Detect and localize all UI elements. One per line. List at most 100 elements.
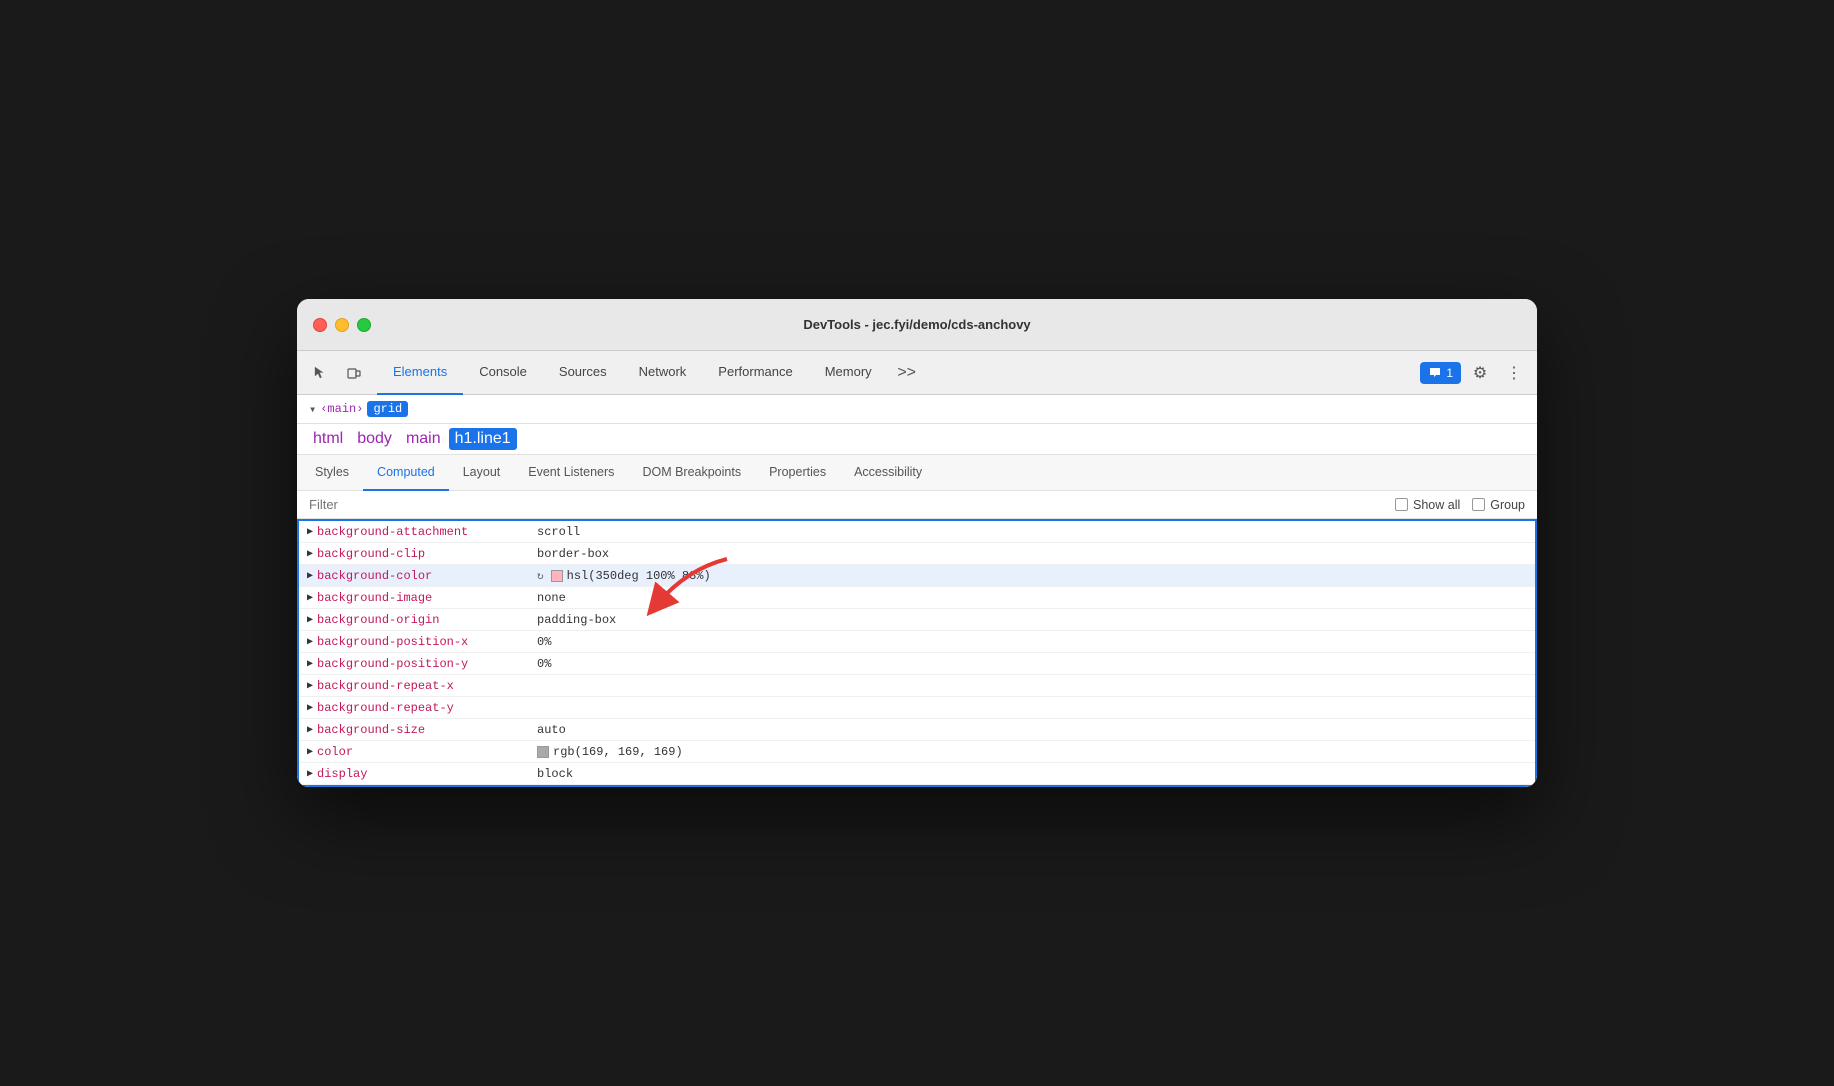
title-bar: DevTools - jec.fyi/demo/cds-anchovy <box>297 299 1537 351</box>
table-row[interactable]: ▶ background-image none <box>299 587 1535 609</box>
tab-sources[interactable]: Sources <box>543 351 623 395</box>
dom-tag: ‹main› <box>320 402 363 416</box>
prop-value-container: 0% <box>537 635 551 649</box>
close-button[interactable] <box>313 318 327 332</box>
tab-memory[interactable]: Memory <box>809 351 888 395</box>
computed-panel-tabs: Styles Computed Layout Event Listeners D… <box>297 455 1537 491</box>
show-all-checkbox[interactable] <box>1395 498 1408 511</box>
prop-name: background-repeat-x <box>317 679 537 693</box>
expand-arrow[interactable]: ▶ <box>307 746 313 758</box>
prop-value: rgb(169, 169, 169) <box>553 745 683 759</box>
breadcrumb-h1[interactable]: h1.line1 <box>449 428 517 450</box>
table-row[interactable]: ▶ background-attachment scroll <box>299 521 1535 543</box>
panel-tab-layout[interactable]: Layout <box>449 455 515 491</box>
devtools-window: DevTools - jec.fyi/demo/cds-anchovy Elem… <box>297 299 1537 787</box>
prop-value-container: ↻hsl(350deg 100% 88%) <box>537 569 711 583</box>
expand-arrow[interactable]: ▶ <box>307 724 313 736</box>
prop-value-container: scroll <box>537 525 580 539</box>
color-swatch[interactable] <box>551 570 563 582</box>
table-row[interactable]: ▶ display block <box>299 763 1535 785</box>
panel-tab-styles[interactable]: Styles <box>301 455 363 491</box>
more-options-button[interactable]: ⋮ <box>1499 358 1529 388</box>
expand-arrow[interactable]: ▶ <box>307 592 313 604</box>
tab-elements[interactable]: Elements <box>377 351 463 395</box>
tab-console[interactable]: Console <box>463 351 543 395</box>
table-row[interactable]: ▶ background-repeat-x <box>299 675 1535 697</box>
expand-arrow[interactable]: ▶ <box>307 702 313 714</box>
breadcrumb-body[interactable]: body <box>351 428 398 450</box>
expand-arrow[interactable]: ▶ <box>307 614 313 626</box>
minimize-button[interactable] <box>335 318 349 332</box>
dom-breadcrumb-bar: ▾ ‹main› grid <box>297 395 1537 424</box>
window-title: DevTools - jec.fyi/demo/cds-anchovy <box>803 317 1030 332</box>
prop-value-container: padding-box <box>537 613 616 627</box>
prop-name: background-attachment <box>317 525 537 539</box>
maximize-button[interactable] <box>357 318 371 332</box>
prop-value-container: auto <box>537 723 566 737</box>
table-row[interactable]: ▶ background-size auto <box>299 719 1535 741</box>
prop-name: background-color <box>317 569 537 583</box>
group-checkbox[interactable] <box>1472 498 1485 511</box>
prop-value: 0% <box>537 635 551 649</box>
table-row[interactable]: ▶ background-position-x 0% <box>299 631 1535 653</box>
prop-value-container: border-box <box>537 547 609 561</box>
breadcrumb-html[interactable]: html <box>307 428 349 450</box>
group-label[interactable]: Group <box>1472 498 1525 512</box>
expand-arrow[interactable]: ▶ <box>307 680 313 692</box>
table-row[interactable]: ▶ background-origin padding-box <box>299 609 1535 631</box>
device-toggle-button[interactable] <box>339 358 369 388</box>
dom-tag-arrow: ▾ <box>309 402 316 417</box>
show-all-label[interactable]: Show all <box>1395 498 1460 512</box>
prop-value: 0% <box>537 657 551 671</box>
prop-value: scroll <box>537 525 580 539</box>
devtools-right-icons: 1 ⚙ ⋮ <box>1420 358 1529 388</box>
properties-wrapper: ▶ background-attachment scroll ▶ backgro… <box>297 519 1537 787</box>
breadcrumb-main[interactable]: main <box>400 428 447 450</box>
chat-badge-button[interactable]: 1 <box>1420 362 1461 384</box>
expand-arrow[interactable]: ▶ <box>307 768 313 780</box>
traffic-lights <box>313 318 371 332</box>
table-row[interactable]: ▶ color rgb(169, 169, 169) <box>299 741 1535 763</box>
table-row[interactable]: ▶ background-clip border-box <box>299 543 1535 565</box>
prop-name: background-position-x <box>317 635 537 649</box>
filter-options: Show all Group <box>1395 498 1525 512</box>
prop-name: background-image <box>317 591 537 605</box>
table-row[interactable]: ▶ background-color ↻hsl(350deg 100% 88%) <box>299 565 1535 587</box>
prop-name: background-repeat-y <box>317 701 537 715</box>
expand-arrow[interactable]: ▶ <box>307 636 313 648</box>
tab-network[interactable]: Network <box>623 351 703 395</box>
prop-value: auto <box>537 723 566 737</box>
prop-name: background-clip <box>317 547 537 561</box>
table-row[interactable]: ▶ background-repeat-y <box>299 697 1535 719</box>
prop-value-container: rgb(169, 169, 169) <box>537 745 683 759</box>
prop-value-container: block <box>537 767 573 781</box>
prop-name: background-origin <box>317 613 537 627</box>
panel-tab-event-listeners[interactable]: Event Listeners <box>514 455 628 491</box>
prop-value: padding-box <box>537 613 616 627</box>
settings-button[interactable]: ⚙ <box>1465 358 1495 388</box>
computed-icon: ↻ <box>537 569 544 583</box>
expand-arrow[interactable]: ▶ <box>307 548 313 560</box>
expand-arrow[interactable]: ▶ <box>307 658 313 670</box>
color-swatch[interactable] <box>537 746 549 758</box>
expand-arrow[interactable]: ▶ <box>307 570 313 582</box>
prop-name: display <box>317 767 537 781</box>
prop-value: block <box>537 767 573 781</box>
panel-tab-properties[interactable]: Properties <box>755 455 840 491</box>
panel-tab-dom-breakpoints[interactable]: DOM Breakpoints <box>628 455 755 491</box>
panel-tab-accessibility[interactable]: Accessibility <box>840 455 936 491</box>
table-row[interactable]: ▶ background-position-y 0% <box>299 653 1535 675</box>
prop-name: background-size <box>317 723 537 737</box>
devtools-tab-bar: Elements Console Sources Network Perform… <box>297 351 1537 395</box>
prop-value-container: 0% <box>537 657 551 671</box>
expand-arrow[interactable]: ▶ <box>307 526 313 538</box>
panel-tab-computed[interactable]: Computed <box>363 455 449 491</box>
tab-performance[interactable]: Performance <box>702 351 808 395</box>
filter-bar: Show all Group <box>297 491 1537 519</box>
filter-input[interactable] <box>309 497 1387 512</box>
more-tabs-button[interactable]: >> <box>892 358 922 388</box>
inspect-button[interactable] <box>305 358 335 388</box>
prop-value: none <box>537 591 566 605</box>
computed-properties-list: ▶ background-attachment scroll ▶ backgro… <box>297 519 1537 787</box>
prop-value: border-box <box>537 547 609 561</box>
